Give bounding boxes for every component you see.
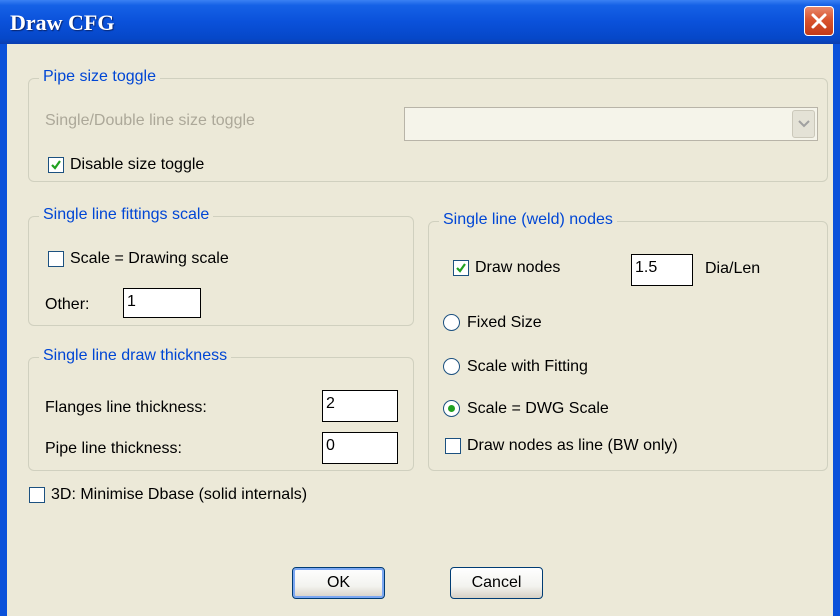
scale-dwg-radio[interactable] [443, 400, 460, 417]
scale-drawing-scale-label: Scale = Drawing scale [70, 250, 229, 267]
other-label: Other: [45, 296, 90, 313]
disable-size-toggle-checkbox[interactable] [48, 157, 64, 173]
window-frame-right [833, 44, 840, 616]
other-scale-input[interactable]: 1 [123, 288, 201, 318]
dia-len-label: Dia/Len [705, 260, 761, 277]
fixed-size-label: Fixed Size [467, 314, 542, 331]
scale-drawing-scale-checkbox[interactable] [48, 251, 64, 267]
checkmark-icon [51, 160, 61, 170]
close-icon [811, 13, 827, 29]
window-frame-left [0, 44, 7, 616]
minimise-dbase-label: 3D: Minimise Dbase (solid internals) [51, 486, 308, 503]
scale-with-fitting-radio[interactable] [443, 358, 460, 375]
radio-selected-dot [448, 405, 455, 412]
chevron-down-icon [798, 120, 810, 128]
draw-thickness-group-title: Single line draw thickness [39, 347, 232, 365]
ok-button[interactable]: OK [292, 567, 385, 599]
draw-nodes-as-line-checkbox[interactable] [445, 438, 461, 454]
flanges-thickness-input[interactable]: 2 [322, 390, 398, 422]
pipe-size-group-title: Pipe size toggle [39, 68, 160, 86]
disable-size-toggle-label: Disable size toggle [70, 156, 205, 173]
draw-nodes-label: Draw nodes [475, 259, 561, 276]
draw-nodes-as-line-label: Draw nodes as line (BW only) [467, 437, 678, 454]
size-toggle-select[interactable] [404, 107, 818, 141]
fittings-scale-group-title: Single line fittings scale [39, 206, 214, 224]
weld-nodes-group-title: Single line (weld) nodes [439, 211, 617, 229]
scale-dwg-label: Scale = DWG Scale [467, 400, 609, 417]
cancel-button[interactable]: Cancel [450, 567, 543, 599]
fixed-size-radio[interactable] [443, 314, 460, 331]
window-title: Draw CFG [10, 10, 115, 35]
size-toggle-label: Single/Double line size toggle [45, 112, 255, 129]
scale-with-fitting-label: Scale with Fitting [467, 358, 588, 375]
checkmark-icon [456, 263, 466, 273]
minimise-dbase-checkbox[interactable] [29, 487, 45, 503]
size-toggle-dropdown-button[interactable] [792, 110, 815, 138]
title-bar[interactable]: Draw CFG [0, 0, 840, 44]
node-dia-input[interactable]: 1.5 [631, 254, 693, 286]
pipe-thickness-input[interactable]: 0 [322, 432, 398, 464]
pipe-thickness-label: Pipe line thickness: [45, 440, 182, 457]
close-button[interactable] [804, 6, 834, 36]
dialog-body: Pipe size toggle Single/Double line size… [7, 44, 833, 616]
flanges-thickness-label: Flanges line thickness: [45, 399, 207, 416]
draw-nodes-checkbox[interactable] [453, 260, 469, 276]
